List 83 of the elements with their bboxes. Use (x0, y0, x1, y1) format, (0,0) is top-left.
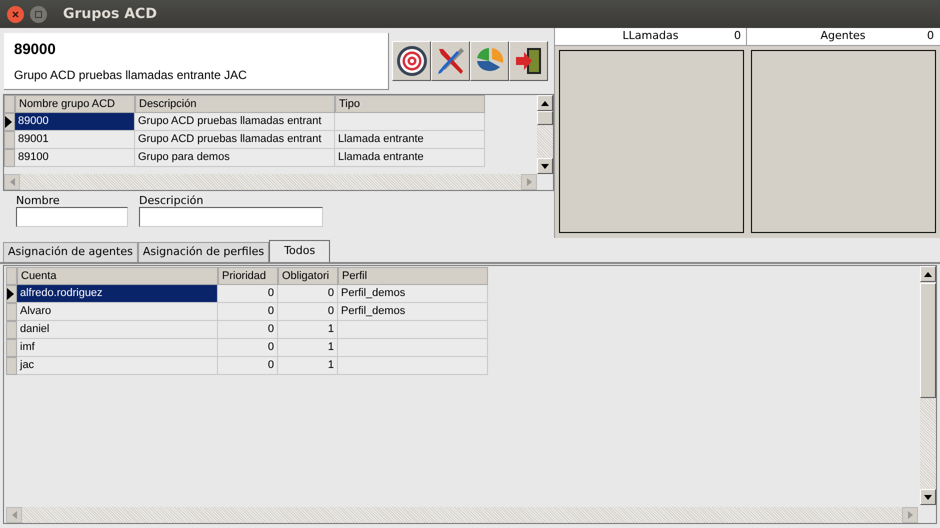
table-cell: 0 (218, 285, 278, 303)
table-row[interactable]: 89000 Grupo ACD pruebas llamadas entrant (4, 113, 537, 131)
group-description: Grupo ACD pruebas llamadas entrante JAC (14, 66, 248, 84)
row-indicator[interactable] (4, 113, 15, 131)
table-row[interactable]: imf 0 1 (6, 339, 920, 357)
table-cell: daniel (17, 321, 218, 339)
maximize-button[interactable] (30, 6, 47, 22)
column-header[interactable]: Cuenta (17, 267, 218, 285)
table-cell: 89000 (15, 113, 135, 131)
right-arrow-icon (908, 511, 912, 519)
exit-button[interactable] (509, 41, 548, 81)
table-cell: 1 (278, 339, 338, 357)
column-header[interactable]: Descripción (135, 95, 335, 113)
table-cell: Llamada entrante (335, 131, 485, 149)
counter-value: 0 (927, 28, 934, 44)
left-arrow-icon (12, 511, 16, 519)
table-row[interactable]: 89100 Grupo para demos Llamada entrante (4, 149, 537, 167)
horizontal-scrollbar[interactable] (4, 174, 537, 190)
up-arrow-icon (924, 272, 932, 276)
table-cell: imf (17, 339, 218, 357)
table-cell: 0 (218, 357, 278, 375)
counter-label: LLamadas (622, 28, 678, 44)
column-header[interactable]: Tipo (335, 95, 485, 113)
left-arrow-icon (10, 178, 14, 186)
table-row[interactable]: alfredo.rodriguez 0 0 Perfil_demos (6, 285, 920, 303)
table-row[interactable]: 89001 Grupo ACD pruebas llamadas entrant Llamada entrante (4, 131, 537, 149)
close-icon (12, 10, 19, 18)
current-row-icon (7, 288, 14, 300)
table-cell: Llamada entrante (335, 149, 485, 167)
right-arrow-icon (526, 178, 532, 186)
down-arrow-icon (541, 164, 549, 168)
filter-field[interactable] (139, 207, 323, 227)
maximize-icon (35, 10, 42, 18)
target-icon (396, 45, 428, 77)
field-label: Nombre (16, 194, 61, 207)
table-cell: Perfil_demos (338, 303, 488, 321)
table-row[interactable]: daniel 0 1 (6, 321, 920, 339)
row-indicator[interactable] (6, 285, 17, 303)
tab[interactable]: Asignación de agentes (3, 242, 138, 262)
row-header-corner (4, 95, 15, 113)
column-header[interactable]: Nombre grupo ACD (15, 95, 135, 113)
table-cell: Grupo para demos (135, 149, 335, 167)
tab[interactable]: Asignación de perfiles (138, 242, 270, 262)
up-arrow-icon (541, 100, 549, 106)
table-cell: Perfil_demos (338, 285, 488, 303)
table-cell: 89100 (15, 149, 135, 167)
window-title: Grupos ACD (63, 4, 157, 24)
table-cell: 1 (278, 321, 338, 339)
table-cell: 0 (218, 339, 278, 357)
group-code: 89000 (14, 40, 57, 60)
table-cell: Grupo ACD pruebas llamadas entrant (135, 113, 335, 131)
table-row[interactable]: jac 0 1 (6, 357, 920, 375)
table-cell: 0 (278, 285, 338, 303)
table-cell: 0 (278, 303, 338, 321)
filter-field[interactable] (16, 207, 128, 227)
scroll-thumb[interactable] (920, 283, 936, 398)
tab[interactable]: Todos (269, 240, 330, 262)
scroll-thumb[interactable] (537, 111, 553, 125)
chart-button[interactable] (470, 41, 509, 81)
table-cell: jac (17, 357, 218, 375)
table-cell: Grupo ACD pruebas llamadas entrant (135, 131, 335, 149)
counter-label: Agentes (820, 28, 866, 44)
target-button[interactable] (392, 41, 431, 81)
row-header-corner (6, 267, 17, 285)
field-label: Descripción (139, 194, 204, 207)
table-cell: 0 (218, 303, 278, 321)
current-row-icon (5, 116, 12, 128)
close-button[interactable] (7, 6, 24, 22)
vertical-scrollbar[interactable] (537, 95, 553, 174)
vertical-scrollbar[interactable] (920, 266, 936, 505)
table-row[interactable]: Alvaro 0 0 Perfil_demos (6, 303, 920, 321)
table-cell: alfredo.rodriguez (17, 285, 218, 303)
counter-value: 0 (734, 28, 741, 44)
table-cell: 1 (278, 357, 338, 375)
down-arrow-icon (924, 494, 932, 500)
column-header[interactable]: Prioridad (218, 267, 278, 285)
column-header[interactable]: Obligatori (278, 267, 338, 285)
table-cell: 89001 (15, 131, 135, 149)
table-cell: Alvaro (17, 303, 218, 321)
horizontal-scrollbar[interactable] (6, 507, 918, 523)
tools-button[interactable] (431, 41, 470, 81)
table-cell: 0 (218, 321, 278, 339)
column-header[interactable]: Perfil (338, 267, 488, 285)
